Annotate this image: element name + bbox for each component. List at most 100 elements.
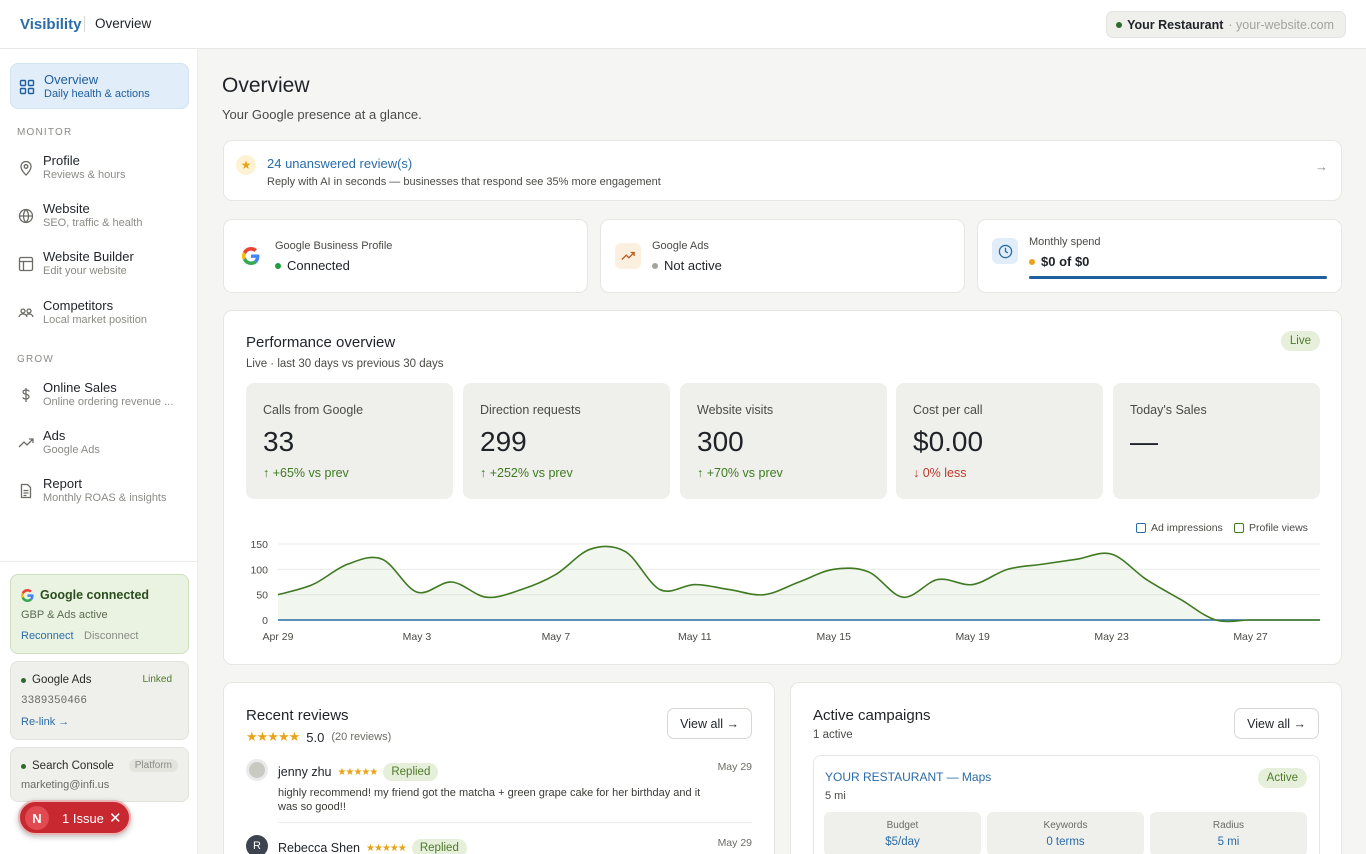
metric-value: 33	[263, 426, 295, 457]
y-tick-label: 50	[256, 590, 268, 602]
section-subtitle: Live · last 30 days vs previous 30 days	[246, 358, 444, 370]
keywords-label: Keywords	[1043, 820, 1088, 831]
metric-label: Website visits	[697, 403, 774, 417]
metric-label: Today's Sales	[1130, 403, 1207, 417]
spend-progress-track	[1029, 276, 1327, 279]
y-tick-label: 150	[250, 539, 268, 551]
google-connected-card: Google connected GBP & Ads active Reconn…	[10, 574, 189, 654]
unanswered-reviews-banner[interactable]: ★ 24 unanswered review(s) Reply with AI …	[223, 140, 1342, 201]
issue-label: 1 Issue	[62, 811, 104, 826]
divider	[84, 16, 85, 32]
section-title: Recent reviews	[246, 707, 349, 724]
review-item[interactable]: jenny zhu ★★★★★ Replied May 29 highly re…	[246, 759, 752, 824]
performance-overview-card: Performance overview Live · last 30 days…	[223, 310, 1342, 665]
sidebar-item-overview[interactable]: Overview Daily health & actions	[10, 63, 189, 109]
avatar: R	[246, 835, 268, 854]
trending-up-icon	[615, 243, 641, 269]
grid-icon	[19, 79, 35, 95]
map-pin-icon	[20, 160, 32, 176]
brand-logo[interactable]: Visibility	[20, 16, 81, 33]
sidebar-divider	[0, 561, 198, 562]
performance-line-chart: 0 50 100 150 Apr 29 May 3 May 7 May 11 May 15 May…	[250, 539, 1320, 643]
replied-badge: Replied	[383, 763, 439, 781]
view-all-reviews-button[interactable]: View all →	[667, 708, 752, 739]
sidebar-item-label: Ads	[43, 428, 66, 443]
monthly-spend-card[interactable]: Monthly spend $0 of $0	[977, 219, 1342, 293]
stat-label: Monthly spend	[1029, 236, 1101, 248]
sidebar-item-online-sales[interactable]: Online Sales Online ordering revenue ...	[10, 372, 189, 418]
live-badge: Live	[1280, 331, 1320, 351]
sidebar-item-profile[interactable]: Profile Reviews & hours	[10, 145, 189, 191]
review-date: May 29	[717, 837, 752, 849]
status-dot	[21, 677, 26, 683]
metric-delta: ↑ +65% vs prev	[263, 466, 349, 480]
reconnect-link[interactable]: Reconnect	[21, 630, 74, 642]
sidebar-item-sub: Local market position	[43, 314, 147, 326]
status-dot	[652, 262, 658, 269]
sidebar-item-sub: Edit your website	[43, 265, 127, 277]
gbp-status-text: Connected	[287, 258, 350, 273]
sidebar-item-website-builder[interactable]: Website Builder Edit your website	[10, 241, 189, 287]
relink-link[interactable]: Re-link →	[21, 716, 69, 728]
legend-label: Profile views	[1249, 522, 1308, 534]
sidebar-item-label: Overview	[44, 72, 99, 87]
restaurant-switcher[interactable]: Your Restaurant · your-website.com	[1106, 11, 1346, 38]
reviewer-name: jenny zhu	[278, 765, 332, 779]
keywords-box: Keywords 0 terms	[987, 812, 1144, 854]
metric-label: Direction requests	[480, 403, 581, 417]
sidebar-item-ads[interactable]: Ads Google Ads	[10, 420, 189, 466]
stat-value: Not active	[652, 258, 722, 273]
keywords-value: 0 terms	[1046, 836, 1085, 848]
radius-value: 5 mi	[1217, 836, 1240, 848]
x-tick-label: May 11	[678, 631, 712, 643]
metric-directions: Direction requests 299 ↑ +252% vs prev	[463, 383, 670, 499]
sidebar-item-label: Website Builder	[43, 249, 134, 264]
document-icon	[20, 483, 32, 499]
campaign-item[interactable]: YOUR RESTAURANT — Maps 5 mi Active Budge…	[813, 755, 1320, 854]
google-ads-status-card[interactable]: Google Ads Not active	[600, 219, 965, 293]
campaign-name[interactable]: YOUR RESTAURANT — Maps	[825, 770, 991, 784]
legend-ad-impressions[interactable]: Ad impressions	[1136, 522, 1223, 534]
sidebar-item-sub: SEO, traffic & health	[43, 217, 143, 229]
close-icon[interactable]: ✕	[109, 809, 122, 827]
search-console-title: Search Console	[21, 760, 114, 772]
metric-label: Calls from Google	[263, 403, 364, 417]
sidebar-item-website[interactable]: Website SEO, traffic & health	[10, 193, 189, 239]
budget-box: Budget $5/day	[824, 812, 981, 854]
reviewer-line: jenny zhu ★★★★★ Replied	[278, 763, 439, 781]
campaign-count: 1 active	[813, 729, 853, 741]
metric-todays-sales: Today's Sales —	[1113, 383, 1320, 499]
section-label-grow: GROW	[17, 354, 55, 365]
active-campaigns-card: Active campaigns 1 active View all → YOU…	[790, 682, 1342, 854]
sidebar-item-report[interactable]: Report Monthly ROAS & insights	[10, 468, 189, 514]
x-tick-label: May 27	[1233, 631, 1268, 643]
avatar: N	[25, 806, 49, 830]
metric-website-visits: Website visits 300 ↑ +70% vs prev	[680, 383, 887, 499]
legend-profile-views[interactable]: Profile views	[1234, 522, 1308, 534]
view-all-campaigns-button[interactable]: View all →	[1234, 708, 1319, 739]
review-item[interactable]: R Rebecca Shen ★★★★★ Replied May 29	[246, 835, 752, 854]
stat-label: Google Business Profile	[275, 240, 393, 252]
users-icon	[18, 308, 34, 318]
radius-label: Radius	[1212, 820, 1245, 831]
issue-indicator[interactable]: N 1 Issue ✕	[18, 800, 131, 835]
sidebar-item-competitors[interactable]: Competitors Local market position	[10, 290, 189, 336]
sidebar-item-label: Online Sales	[43, 380, 117, 395]
metric-cost-per-call: Cost per call $0.00 ↓ 0% less	[896, 383, 1103, 499]
x-tick-label: May 15	[817, 631, 852, 643]
clock-icon	[992, 238, 1018, 264]
page-subtitle: Your Google presence at a glance.	[222, 107, 422, 122]
gbp-status-card[interactable]: Google Business Profile Connected	[223, 219, 588, 293]
linked-badge: Linked	[142, 674, 172, 685]
metric-label: Cost per call	[913, 403, 983, 417]
sidebar-item-label: Competitors	[43, 298, 114, 313]
metric-delta: ↓ 0% less	[913, 466, 967, 480]
platform-badge: Platform	[128, 759, 178, 772]
search-console-email: marketing@infi.us	[21, 779, 110, 791]
x-tick-label: May 23	[1094, 631, 1129, 643]
reviewer-line: Rebecca Shen ★★★★★ Replied	[278, 839, 467, 854]
disconnect-link[interactable]: Disconnect	[84, 630, 138, 642]
google-icon	[238, 243, 264, 269]
section-title: Active campaigns	[813, 707, 931, 724]
search-console-card: Search Console Platform marketing@infi.u…	[10, 747, 189, 802]
